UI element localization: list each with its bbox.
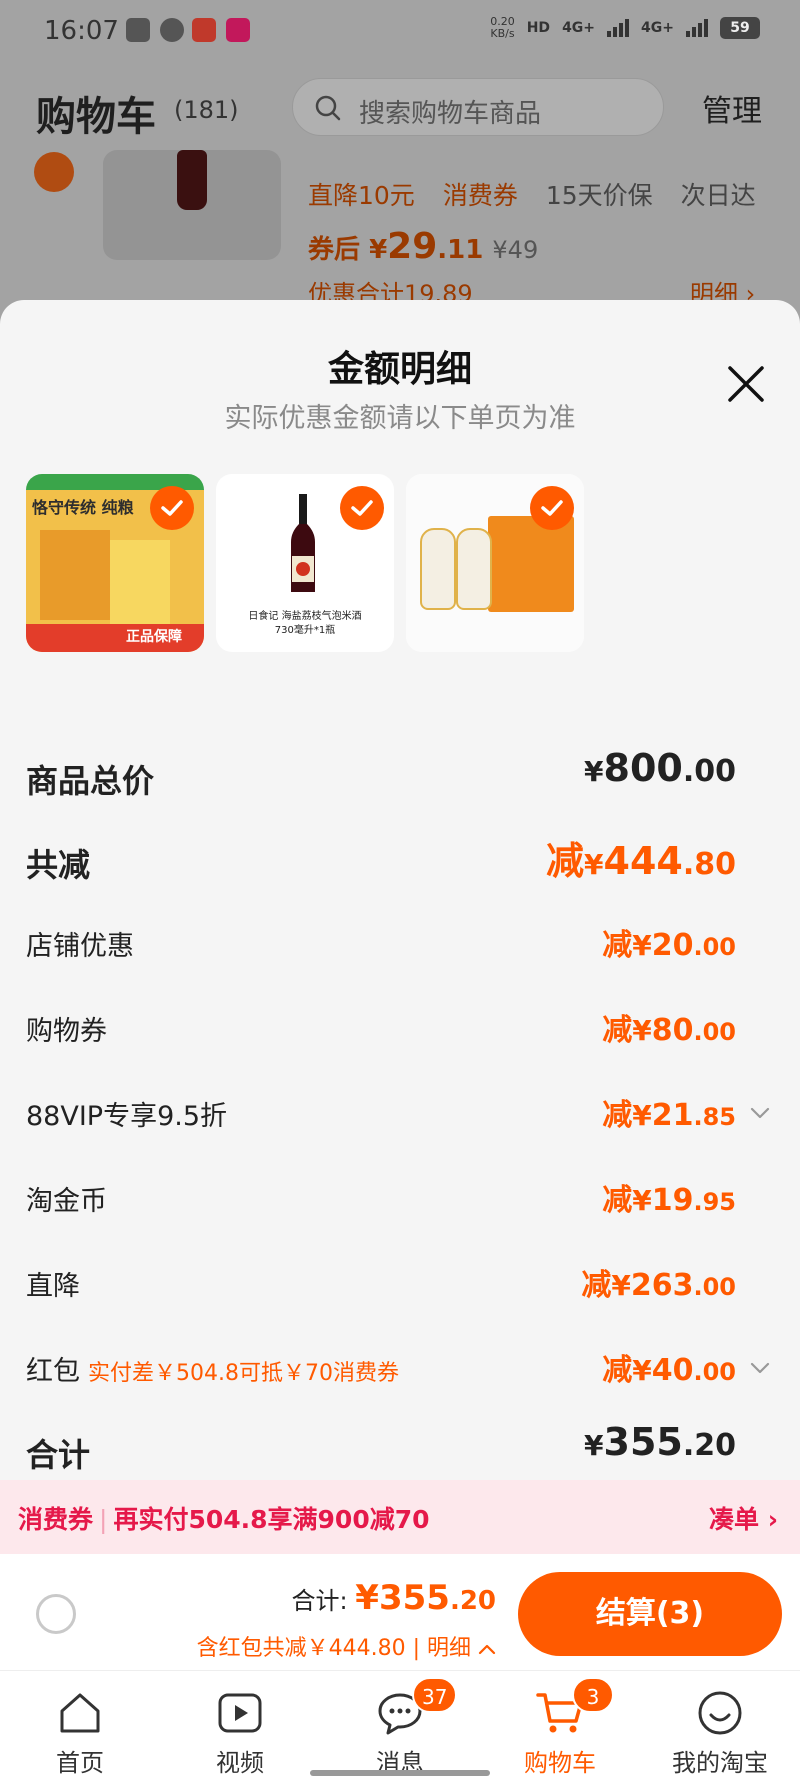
amount-value: 减¥21.85 bbox=[602, 1098, 736, 1133]
tag-next-day: 次日达 bbox=[680, 181, 756, 210]
row-shopping-coupon: 购物券 减¥80.00 bbox=[0, 999, 800, 1059]
tab-my-taobao[interactable]: 我的淘宝 bbox=[640, 1671, 800, 1783]
tab-home[interactable]: 首页 bbox=[0, 1671, 160, 1783]
tab-messages[interactable]: 37 消息 bbox=[320, 1671, 480, 1783]
original-price: ¥49 bbox=[492, 236, 539, 264]
app-notification-icon bbox=[126, 18, 150, 42]
product-price: 券后 ¥29.11 ¥49 bbox=[308, 226, 539, 267]
row-direct-discount: 直降 减¥263.00 bbox=[0, 1254, 800, 1314]
app-notification-icon bbox=[160, 18, 184, 42]
tag-coupon: 消费券 bbox=[442, 181, 518, 210]
product-name: 恪守传统 纯粮 bbox=[32, 498, 134, 517]
liquor-bottle-image bbox=[420, 528, 456, 610]
check-icon bbox=[530, 486, 574, 530]
item-checkbox[interactable] bbox=[34, 152, 74, 192]
app-notification-icon bbox=[192, 18, 216, 42]
chevron-down-icon[interactable] bbox=[750, 1361, 770, 1375]
search-icon bbox=[315, 95, 341, 121]
cart-count: (181) bbox=[174, 96, 239, 124]
bottom-tab-bar: 首页 视频 37 消息 3 购物车 我的淘宝 bbox=[0, 1670, 800, 1783]
tab-cart[interactable]: 3 购物车 bbox=[480, 1671, 640, 1783]
amount-value: 减¥263.00 bbox=[581, 1268, 736, 1303]
tab-video[interactable]: 视频 bbox=[160, 1671, 320, 1783]
amount-value: ¥355.20 bbox=[584, 1420, 736, 1464]
sheet-subtitle: 实际优惠金额请以下单页为准 bbox=[224, 403, 576, 434]
status-bar: 16:07 0.20 KB/s HD 4G+ 4G+ 59 bbox=[0, 0, 800, 60]
checkout-total: 合计: ¥355.20 bbox=[291, 1578, 496, 1618]
product-thumbnail-1[interactable]: 恪守传统 纯粮 正品保障 bbox=[26, 474, 204, 652]
battery-icon: 59 bbox=[720, 17, 760, 39]
checkout-bar: 合计: ¥355.20 含红包共减￥444.80 | 明细 结算(3) bbox=[0, 1554, 800, 1670]
authentic-badge: 正品保障 bbox=[126, 629, 182, 645]
cart-header: 购物车 (181) 搜索购物车商品 管理 bbox=[0, 70, 800, 150]
video-icon bbox=[218, 1693, 262, 1733]
sheet-title: 金额明细 bbox=[327, 349, 472, 390]
cart-badge: 3 bbox=[572, 1677, 614, 1713]
app-notification-icon bbox=[226, 18, 250, 42]
status-time: 16:07 bbox=[44, 16, 119, 46]
network-indicator: 4G+ bbox=[562, 20, 596, 36]
add-items-link[interactable]: 凑单 › bbox=[709, 1500, 778, 1536]
amount-value: 减¥19.95 bbox=[602, 1183, 736, 1218]
product-thumbnail-3[interactable] bbox=[406, 474, 584, 652]
net-speed: 0.20 KB/s bbox=[490, 15, 515, 40]
product-thumbnail[interactable] bbox=[103, 150, 281, 260]
message-badge: 37 bbox=[412, 1677, 458, 1713]
savings-detail-toggle[interactable]: 含红包共减￥444.80 | 明细 bbox=[197, 1630, 496, 1662]
row-taojinbi: 淘金币 减¥19.95 bbox=[0, 1169, 800, 1229]
product-thumbnails: 恪守传统 纯粮 正品保障 日食记 海盐荔枝气泡米酒 730毫升*1瓶 bbox=[26, 474, 584, 652]
coupon-promo-bar[interactable]: 消费券 | 再实付504.8享满900减70 凑单 › bbox=[0, 1480, 800, 1554]
row-store-discount: 店铺优惠 减¥20.00 bbox=[0, 914, 800, 974]
manage-button[interactable]: 管理 bbox=[702, 86, 762, 130]
row-grand-total: 合计 ¥355.20 bbox=[26, 1420, 736, 1474]
row-total-reduction: 共减 减¥444.80 bbox=[0, 830, 800, 890]
cart-page-background: 16:07 0.20 KB/s HD 4G+ 4G+ 59 购物车 (181) 搜… bbox=[0, 0, 800, 330]
amount-value: ¥800.00 bbox=[584, 746, 736, 790]
signal-icon bbox=[607, 19, 630, 37]
amount-value: 减¥20.00 bbox=[602, 928, 736, 963]
hd-indicator: HD bbox=[526, 20, 551, 36]
row-total-price: 商品总价 ¥800.00 bbox=[26, 746, 736, 800]
amount-value: 减¥444.80 bbox=[546, 839, 736, 883]
profile-icon bbox=[698, 1691, 742, 1735]
product-thumbnail-2[interactable]: 日食记 海盐荔枝气泡米酒 730毫升*1瓶 bbox=[216, 474, 394, 652]
tag-price-protect: 15天价保 bbox=[545, 181, 653, 210]
liquor-bottle-image bbox=[456, 528, 492, 610]
home-icon bbox=[60, 1693, 100, 1733]
red-packet-hint: 实付差￥504.8可抵￥70消费券 bbox=[88, 1361, 399, 1386]
tag-direct-discount: 直降10元 bbox=[308, 181, 415, 210]
promo-text: 消费券 | 再实付504.8享满900减70 bbox=[18, 1505, 430, 1534]
home-indicator bbox=[310, 1770, 490, 1776]
wine-bottle-image bbox=[291, 494, 315, 592]
check-icon bbox=[150, 486, 194, 530]
network-indicator: 4G+ bbox=[641, 20, 674, 36]
product-name: 日食记 海盐荔枝气泡米酒 730毫升*1瓶 bbox=[248, 611, 362, 636]
signal-icon bbox=[686, 19, 708, 37]
page-title: 购物车 bbox=[36, 94, 156, 140]
row-88vip-discount[interactable]: 88VIP专享9.5折 减¥21.85 bbox=[0, 1084, 800, 1144]
gift-box-image bbox=[488, 516, 574, 612]
select-all-checkbox[interactable] bbox=[36, 1594, 76, 1634]
product-tags: 直降10元 消费券 15天价保 次日达 bbox=[308, 176, 756, 212]
check-icon bbox=[340, 486, 384, 530]
amount-detail-sheet: 金额明细 实际优惠金额请以下单页为准 恪守传统 纯粮 正品保障 日食记 海盐荔枝… bbox=[0, 300, 800, 1783]
row-red-packet[interactable]: 红包 实付差￥504.8可抵￥70消费券 减¥40.00 bbox=[0, 1339, 800, 1399]
search-input[interactable]: 搜索购物车商品 bbox=[292, 78, 664, 136]
chevron-up-icon bbox=[478, 1644, 496, 1655]
amount-value: 减¥40.00 bbox=[602, 1353, 736, 1388]
chevron-down-icon[interactable] bbox=[750, 1106, 770, 1120]
amount-value: 减¥80.00 bbox=[602, 1013, 736, 1048]
checkout-button[interactable]: 结算(3) bbox=[518, 1572, 782, 1656]
search-placeholder: 搜索购物车商品 bbox=[359, 99, 542, 129]
close-icon[interactable] bbox=[722, 360, 770, 408]
